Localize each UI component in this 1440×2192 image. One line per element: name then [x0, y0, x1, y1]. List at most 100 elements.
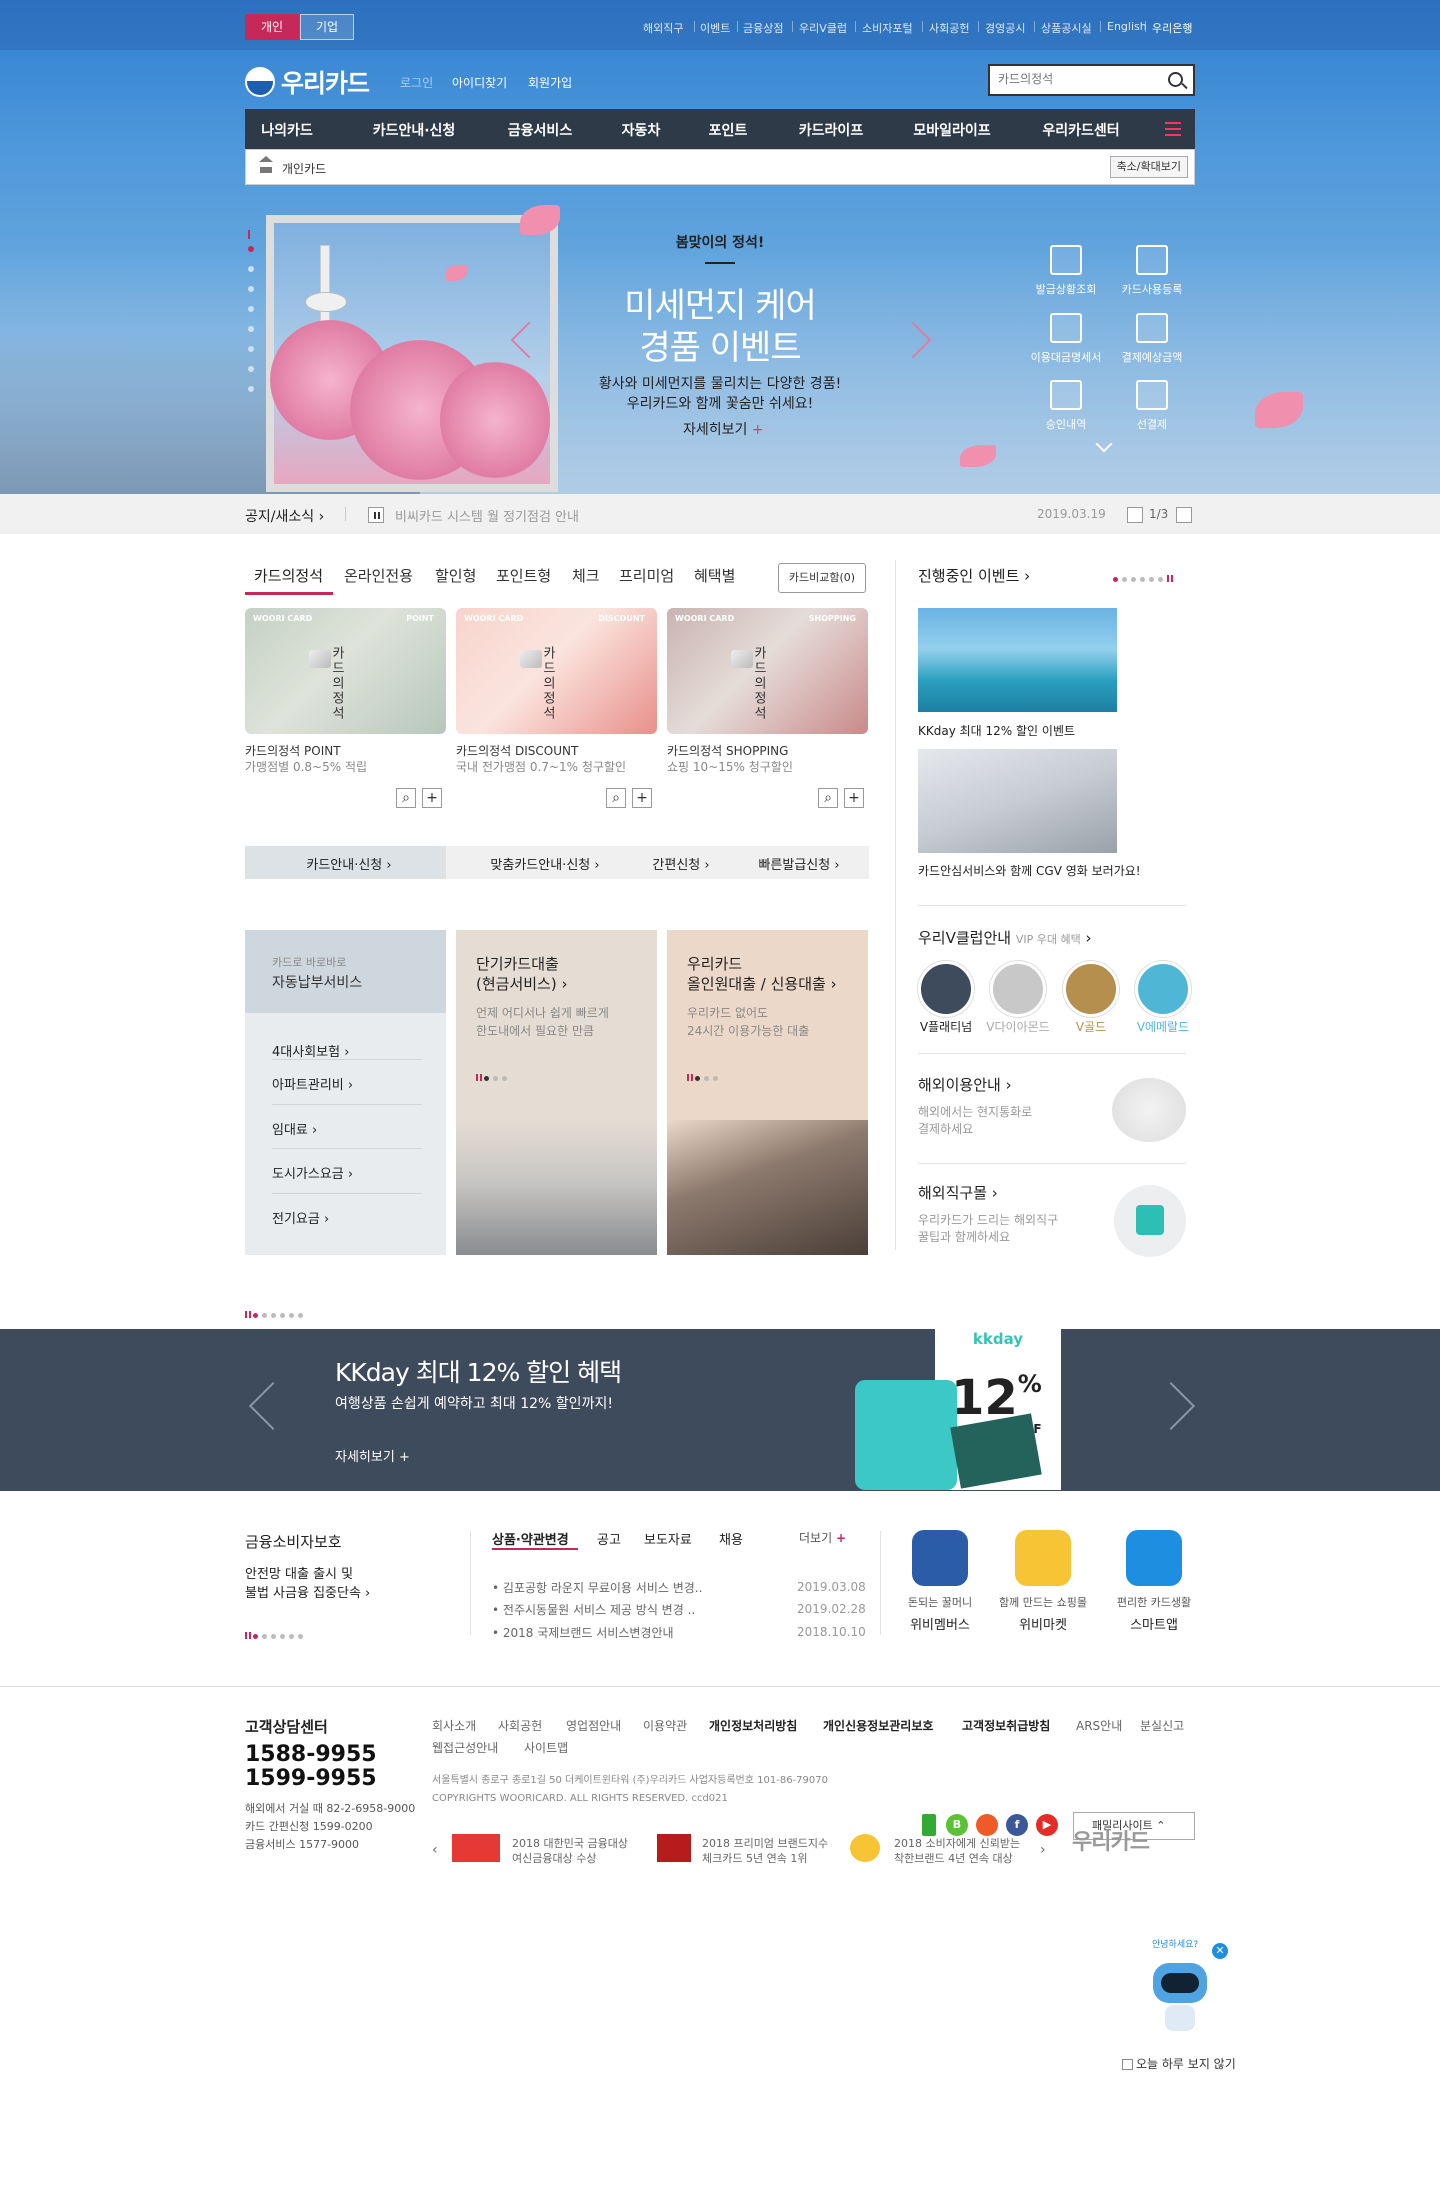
footer-link[interactable]: 고객정보취급방침	[962, 1717, 1050, 1734]
card-image-discount[interactable]: WOORI CARD DISCOUNT 카드의정석	[456, 608, 657, 734]
compare-button[interactable]: 카드비교함(0)	[778, 563, 866, 593]
util-link[interactable]: 해외직구	[643, 20, 683, 36]
footer-link[interactable]: 회사소개	[432, 1717, 476, 1734]
add-icon[interactable]: +	[844, 788, 864, 808]
news-item[interactable]: • 2018 국제브랜드 서비스변경안내	[492, 1624, 674, 1641]
news-tab-notice[interactable]: 공고	[597, 1529, 621, 1548]
quick-card-register[interactable]: 카드사용등록	[1112, 245, 1192, 297]
woori-card-logo[interactable]: 우리카드	[245, 64, 370, 100]
util-link[interactable]: 상품공시실	[1041, 20, 1092, 36]
home-icon[interactable]	[259, 156, 273, 173]
news-tab-press[interactable]: 보도자료	[644, 1529, 692, 1548]
direct-mall-title[interactable]: 해외직구몰 ›	[918, 1182, 998, 1203]
news-tab-terms[interactable]: 상품·약관변경	[492, 1529, 569, 1548]
quick-approval[interactable]: 승인내역	[1026, 380, 1106, 432]
facebook-icon[interactable]: f	[1006, 1814, 1028, 1836]
util-link[interactable]: 소비자포털	[862, 20, 913, 36]
band-icon[interactable]: B	[946, 1814, 968, 1836]
overseas-title[interactable]: 해외이용안내 ›	[918, 1074, 1012, 1095]
card-name[interactable]: 카드의정석 SHOPPING	[667, 742, 788, 759]
find-id-link[interactable]: 아이디찾기	[452, 74, 507, 91]
quick-prepay[interactable]: 선결제	[1112, 380, 1192, 432]
util-link[interactable]: 금융상점	[743, 20, 783, 36]
checkbox-icon[interactable]	[1122, 2059, 1133, 2070]
nav-point[interactable]: 포인트	[709, 120, 748, 140]
finance-desc[interactable]: 안전망 대출 출시 및 불법 사금융 집중단속 ›	[245, 1565, 370, 1603]
autopay-item[interactable]: 전기요금 ›	[272, 1193, 422, 1227]
banner-next-icon[interactable]	[1146, 1381, 1196, 1431]
card-tab-point[interactable]: 포인트형	[496, 565, 551, 586]
award-next-icon[interactable]: ›	[1040, 1842, 1046, 1858]
sms-icon[interactable]	[922, 1814, 936, 1836]
card-tab-check[interactable]: 체크	[572, 565, 600, 586]
news-item[interactable]: • 김포공항 라운지 무료이용 서비스 변경..	[492, 1579, 702, 1596]
card-tab-jeongseok[interactable]: 카드의정석	[254, 565, 323, 586]
autopay-item[interactable]: 4대사회보험 ›	[272, 1027, 422, 1060]
loan-allinone[interactable]: 우리카드 올인원대출 / 신용대출 › 우리카드 없어도 24시간 이용가능한 대출	[667, 930, 868, 1255]
all-menu-icon[interactable]	[1165, 122, 1181, 136]
quick-statement[interactable]: 이용대금명세서	[1026, 313, 1106, 365]
notice-pause-icon[interactable]	[368, 507, 384, 523]
news-tab-recruit[interactable]: 채용	[719, 1529, 743, 1548]
nav-car[interactable]: 자동차	[622, 120, 661, 140]
quick-issue-status[interactable]: 발급상황조회	[1026, 245, 1106, 297]
card-tab-online[interactable]: 온라인전용	[344, 565, 413, 586]
card-tab-premium[interactable]: 프리미엄	[619, 565, 674, 586]
footer-link[interactable]: 사이트맵	[524, 1739, 568, 1756]
util-link[interactable]: 우리V클럽	[799, 20, 847, 36]
notice-next-icon[interactable]	[1176, 507, 1192, 523]
footer-link[interactable]: ARS안내	[1076, 1717, 1122, 1734]
nav-my-card[interactable]: 나의카드	[261, 120, 313, 140]
kakao-story-icon[interactable]	[976, 1814, 998, 1836]
subnav-easy-apply[interactable]: 간편신청 ›	[652, 854, 709, 873]
nav-card-apply[interactable]: 카드안내·신청	[373, 120, 456, 140]
news-more-link[interactable]: 더보기 +	[799, 1529, 846, 1546]
tab-personal[interactable]: 개인	[245, 14, 299, 40]
card-image-point[interactable]: WOORI CARD POINT 카드의정석	[245, 608, 446, 734]
search-input[interactable]	[998, 72, 1158, 86]
nav-card-life[interactable]: 카드라이프	[799, 120, 863, 140]
v-platinum-star-icon[interactable]	[918, 961, 974, 1017]
v-gold-heart-icon[interactable]	[1063, 961, 1119, 1017]
banner-prev-icon[interactable]	[248, 1381, 298, 1431]
add-icon[interactable]: +	[632, 788, 652, 808]
card-tab-discount[interactable]: 할인형	[435, 565, 476, 586]
subnav-fast-issue[interactable]: 빠른발급신청 ›	[758, 854, 839, 873]
banner-more[interactable]: 자세히보기 +	[335, 1446, 410, 1465]
notice-prev-icon[interactable]	[1127, 507, 1143, 523]
app-wibi-market[interactable]: 함께 만드는 쇼핑몰 위비마켓	[983, 1530, 1103, 1633]
autopay-item[interactable]: 아파트관리비 ›	[272, 1059, 422, 1093]
footer-link[interactable]: 개인정보처리방침	[709, 1717, 797, 1734]
nav-mobile-life[interactable]: 모바일라이프	[913, 120, 990, 140]
events-title[interactable]: 진행중인 이벤트 ›	[918, 565, 1030, 586]
zoom-in-icon[interactable]: ⌕	[818, 788, 838, 808]
event-beach-image[interactable]	[918, 608, 1117, 712]
util-link[interactable]: 우리은행	[1152, 20, 1192, 36]
slide-dot[interactable]	[248, 266, 254, 272]
card-name[interactable]: 카드의정석 POINT	[245, 742, 341, 759]
search-icon[interactable]	[1168, 72, 1183, 87]
nav-finance[interactable]: 금융서비스	[508, 120, 572, 140]
quick-payment-estimate[interactable]: 결제예상금액	[1112, 313, 1192, 365]
signup-link[interactable]: 회원가입	[528, 74, 572, 91]
footer-link[interactable]: 이용약관	[643, 1717, 687, 1734]
news-item[interactable]: • 전주시동물원 서비스 제공 방식 변경 ..	[492, 1601, 695, 1618]
notice-message[interactable]: 비씨카드 시스템 월 정기점검 안내	[395, 506, 579, 525]
footer-link[interactable]: 사회공헌	[498, 1717, 542, 1734]
tab-business[interactable]: 기업	[300, 14, 354, 40]
util-link[interactable]: 경영공시	[985, 20, 1025, 36]
notice-title[interactable]: 공지/새소식 ›	[245, 506, 324, 526]
zoom-button[interactable]: 축소/확대보기	[1109, 156, 1188, 178]
subnav-custom-apply[interactable]: 맞춤카드안내·신청 ›	[490, 854, 599, 873]
zoom-in-icon[interactable]: ⌕	[606, 788, 626, 808]
autopay-item[interactable]: 도시가스요금 ›	[272, 1148, 422, 1182]
footer-link[interactable]: 영업점안내	[566, 1717, 621, 1734]
vclub-title[interactable]: 우리V클럽안내 VIP 우대 혜택 ›	[918, 927, 1092, 948]
zoom-in-icon[interactable]: ⌕	[396, 788, 416, 808]
util-link[interactable]: English	[1107, 20, 1147, 33]
footer-link[interactable]: 웹접근성안내	[432, 1739, 498, 1756]
kkday-banner[interactable]: KKday 최대 12% 할인 혜택 여행상품 손쉽게 예약하고 최대 12% …	[0, 1329, 1440, 1491]
event-cgv-image[interactable]	[918, 749, 1117, 853]
youtube-icon[interactable]: ▶	[1036, 1814, 1058, 1836]
app-smart-app[interactable]: 편리한 카드생활 스마트앱	[1094, 1530, 1214, 1633]
